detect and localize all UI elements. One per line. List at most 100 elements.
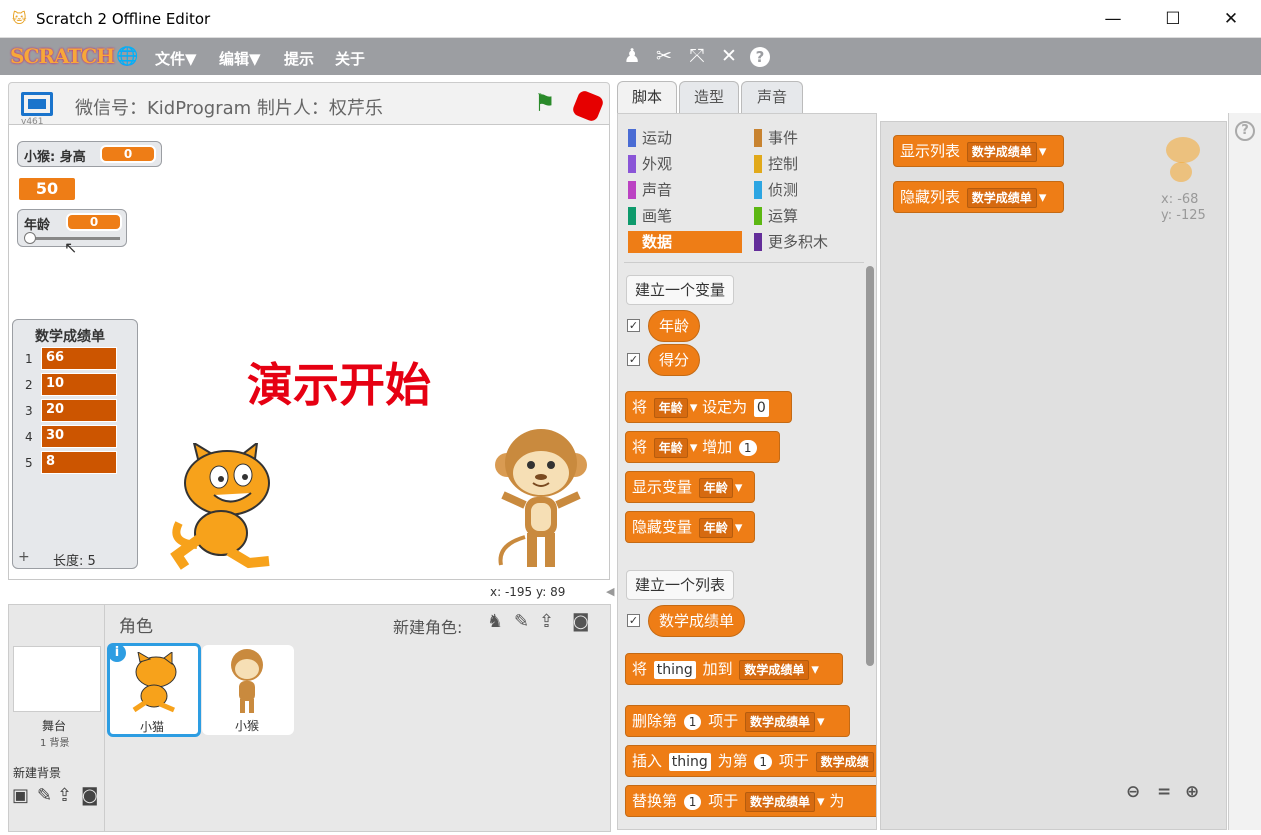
minimize-button[interactable]: — bbox=[1098, 6, 1128, 32]
backdrop-library-icon[interactable]: ▣ bbox=[12, 785, 29, 806]
zoom-reset-icon[interactable]: = bbox=[1157, 782, 1171, 802]
make-list-button[interactable]: 建立一个列表 bbox=[626, 570, 735, 600]
list-index: 2 bbox=[25, 378, 33, 392]
index-input[interactable]: 1 bbox=[683, 793, 702, 810]
list-dropdown[interactable]: 数学成绩单 bbox=[739, 659, 810, 680]
menu-file[interactable]: 文件▼ bbox=[155, 48, 197, 69]
script-show-list[interactable]: 显示列表 数学成绩单 ▾ bbox=[893, 135, 1064, 167]
category-pen[interactable]: 画笔 bbox=[628, 205, 738, 227]
list-item[interactable]: 66 bbox=[41, 347, 117, 370]
globe-icon[interactable]: 🌐 bbox=[116, 46, 138, 67]
upload-backdrop-icon[interactable]: ⇪ bbox=[57, 785, 72, 806]
help-tool-icon[interactable]: ? bbox=[750, 47, 770, 67]
palette-scrollbar[interactable] bbox=[866, 266, 874, 666]
menu-edit[interactable]: 编辑▼ bbox=[219, 48, 261, 69]
block-delete-from-list[interactable]: 删除第 1 项于 数学成绩单 ▾ bbox=[625, 705, 850, 737]
var-dropdown[interactable]: 年龄 bbox=[653, 437, 688, 458]
block-add-to-list[interactable]: 将 thing 加到 数学成绩单 ▾ bbox=[625, 653, 843, 685]
cut-tool-icon[interactable]: ✂ bbox=[652, 45, 676, 67]
list-item[interactable]: 8 bbox=[41, 451, 117, 474]
block-replace-list[interactable]: 替换第 1 项于 数学成绩单 ▾ 为 bbox=[625, 785, 876, 817]
index-input[interactable]: 1 bbox=[683, 713, 702, 730]
maximize-button[interactable]: ☐ bbox=[1158, 6, 1188, 32]
sprite-tile-monkey[interactable]: 小猴 bbox=[202, 645, 294, 735]
list-dropdown[interactable]: 数学成绩单 bbox=[966, 187, 1037, 208]
close-button[interactable]: ✕ bbox=[1216, 6, 1246, 32]
reporter-list[interactable]: 数学成绩单 bbox=[648, 605, 746, 637]
menu-tips[interactable]: 提示 bbox=[284, 48, 314, 69]
var-dropdown[interactable]: 年龄 bbox=[698, 477, 733, 498]
zoom-out-icon[interactable]: ⊖ bbox=[1126, 782, 1140, 802]
paint-sprite-icon[interactable]: ✎ bbox=[514, 611, 529, 632]
value-input[interactable]: 0 bbox=[753, 398, 769, 417]
list-item[interactable]: 30 bbox=[41, 425, 117, 448]
paint-backdrop-icon[interactable]: ✎ bbox=[37, 785, 52, 806]
fullscreen-icon[interactable] bbox=[21, 92, 53, 116]
category-events[interactable]: 事件 bbox=[754, 127, 864, 149]
collapse-icon[interactable]: ◀ bbox=[606, 585, 614, 598]
stage-thumbnail[interactable] bbox=[13, 646, 101, 712]
category-sensing[interactable]: 侦测 bbox=[754, 179, 864, 201]
category-data[interactable]: 数据 bbox=[628, 231, 742, 253]
category-more-blocks[interactable]: 更多积木 bbox=[754, 231, 864, 253]
tab-costumes[interactable]: 造型 bbox=[679, 81, 739, 114]
camera-backdrop-icon[interactable]: ◙ bbox=[81, 785, 98, 806]
sprite-library-icon[interactable]: ♞ bbox=[487, 611, 503, 632]
stage[interactable]: 小猴: 身高 0 50 年龄 0 ↖ 数学成绩单 1 66 2 10 3 20 … bbox=[8, 124, 610, 580]
var-dropdown[interactable]: 年龄 bbox=[698, 517, 733, 538]
list-dropdown[interactable]: 数学成绩单 bbox=[966, 141, 1037, 162]
value-input[interactable]: 1 bbox=[738, 439, 757, 456]
list-dropdown[interactable]: 数学成绩 bbox=[815, 751, 874, 772]
make-variable-button[interactable]: 建立一个变量 bbox=[626, 275, 735, 305]
stop-icon[interactable] bbox=[571, 89, 605, 123]
reporter-score[interactable]: 得分 bbox=[648, 344, 701, 376]
block-insert-list[interactable]: 插入 thing 为第 1 项于 数学成绩 bbox=[625, 745, 876, 777]
tab-scripts[interactable]: 脚本 bbox=[617, 81, 677, 114]
project-title[interactable]: 微信号：KidProgram 制片人：权芹乐 bbox=[75, 94, 383, 120]
list-item[interactable]: 20 bbox=[41, 399, 117, 422]
script-hide-list[interactable]: 隐藏列表 数学成绩单 ▾ bbox=[893, 181, 1064, 213]
list-checkbox[interactable]: ✓ bbox=[627, 614, 640, 627]
zoom-in-icon[interactable]: ⊕ bbox=[1185, 782, 1199, 802]
tab-sounds[interactable]: 声音 bbox=[741, 81, 803, 114]
upload-sprite-icon[interactable]: ⇪ bbox=[539, 611, 554, 632]
block-set-var[interactable]: 将 年龄 ▾ 设定为 0 bbox=[625, 391, 792, 423]
camera-sprite-icon[interactable]: ◙ bbox=[572, 611, 589, 632]
block-text: 项于 bbox=[708, 792, 739, 810]
var-checkbox[interactable]: ✓ bbox=[627, 319, 640, 332]
block-change-var[interactable]: 将 年龄 ▾ 增加 1 bbox=[625, 431, 780, 463]
list-length: 长度: 5 bbox=[53, 554, 96, 569]
reporter-age[interactable]: 年龄 bbox=[648, 310, 701, 342]
sprite-tile-cat[interactable]: i 小猫 bbox=[107, 643, 201, 737]
grow-tool-icon[interactable]: ⤧ bbox=[685, 45, 709, 67]
category-looks[interactable]: 外观 bbox=[628, 153, 738, 175]
block-palette: 运动 外观 声音 画笔 数据 事件 控制 侦测 运算 更多积木 建立一个变量 ✓… bbox=[617, 113, 877, 830]
monkey-sprite[interactable] bbox=[487, 425, 597, 577]
category-operators[interactable]: 运算 bbox=[754, 205, 864, 227]
scratch-logo[interactable]: SCRATCH bbox=[10, 44, 115, 68]
green-flag-icon[interactable]: ⚑ bbox=[534, 89, 556, 117]
list-item[interactable]: 10 bbox=[41, 373, 117, 396]
list-add-button[interactable]: + bbox=[18, 549, 30, 565]
index-input[interactable]: 1 bbox=[754, 753, 773, 770]
category-control[interactable]: 控制 bbox=[754, 153, 864, 175]
category-motion[interactable]: 运动 bbox=[628, 127, 738, 149]
list-dropdown[interactable]: 数学成绩单 bbox=[745, 791, 816, 812]
var-dropdown[interactable]: 年龄 bbox=[653, 397, 688, 418]
cat-sprite[interactable] bbox=[159, 443, 289, 578]
value-input[interactable]: thing bbox=[668, 752, 711, 771]
menu-about[interactable]: 关于 bbox=[335, 48, 365, 69]
help-icon[interactable]: ? bbox=[1235, 121, 1255, 141]
block-show-var[interactable]: 显示变量 年龄 ▾ bbox=[625, 471, 755, 503]
shrink-tool-icon[interactable]: ✕ bbox=[717, 45, 741, 67]
value-input[interactable]: thing bbox=[653, 660, 696, 679]
list-dropdown[interactable]: 数学成绩单 bbox=[745, 711, 816, 732]
sprite-x: x: -68 bbox=[1161, 192, 1199, 207]
category-sound[interactable]: 声音 bbox=[628, 179, 738, 201]
var-checkbox[interactable]: ✓ bbox=[627, 353, 640, 366]
list-monitor: 数学成绩单 1 66 2 10 3 20 4 30 5 8 + 长度: 5 bbox=[12, 319, 138, 569]
slider-handle[interactable] bbox=[24, 232, 36, 244]
block-hide-var[interactable]: 隐藏变量 年龄 ▾ bbox=[625, 511, 755, 543]
scripts-area[interactable]: 显示列表 数学成绩单 ▾ 隐藏列表 数学成绩单 ▾ x: -68 y: -125 ⊖… bbox=[880, 121, 1227, 830]
copy-tool-icon[interactable]: ♟ bbox=[620, 45, 644, 67]
